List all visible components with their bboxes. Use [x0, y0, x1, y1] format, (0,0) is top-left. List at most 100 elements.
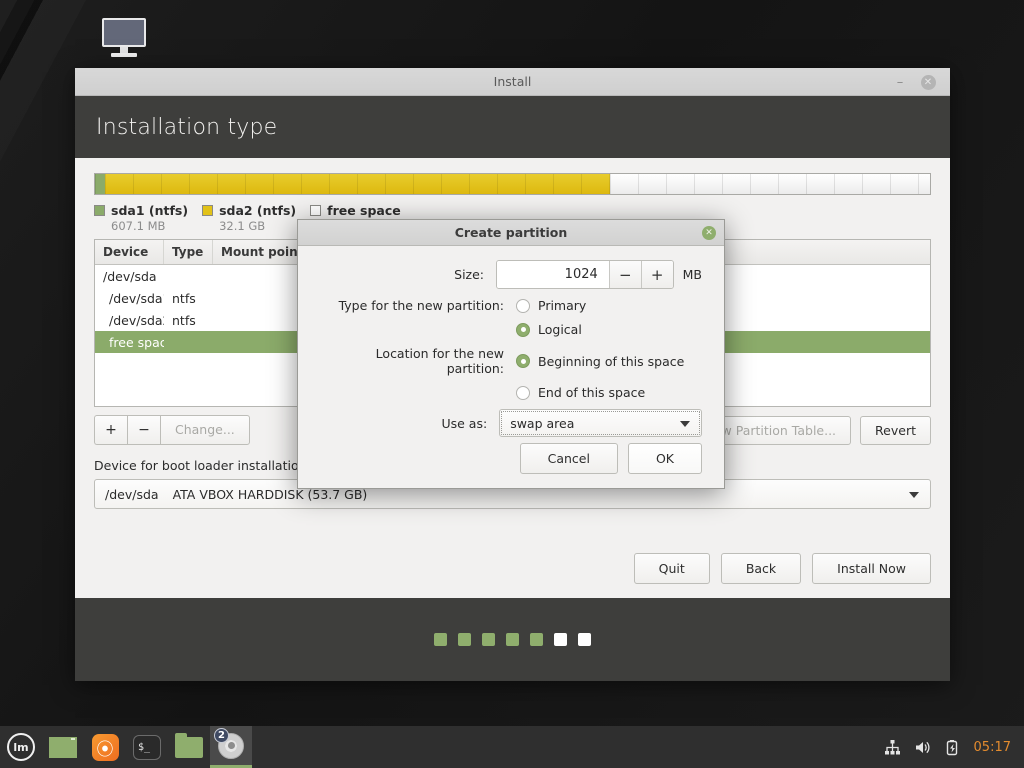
- size-unit-label: MB: [682, 267, 702, 282]
- partition-usage-bar: [94, 173, 931, 195]
- progress-dot: [482, 633, 495, 646]
- mint-menu-button[interactable]: lm: [0, 726, 42, 768]
- quit-button[interactable]: Quit: [633, 553, 710, 584]
- firefox-icon: ⦿: [91, 733, 119, 761]
- battery-charging-icon[interactable]: [944, 739, 961, 756]
- dialog-body: Size: 1024 − + MB Type for the new parti…: [298, 246, 724, 437]
- taskbar: lm ⦿ $_ 2 05:17: [0, 726, 1024, 768]
- progress-dot: [578, 633, 591, 646]
- close-icon: ✕: [920, 74, 936, 90]
- radio-logical[interactable]: Logical: [516, 322, 582, 337]
- size-stepper[interactable]: 1024 − +: [496, 260, 674, 289]
- partition-segment-sda2: [105, 174, 611, 194]
- chevron-down-icon: [680, 421, 690, 427]
- slideshow-progress: [75, 598, 950, 681]
- radio-primary-label: Primary: [538, 298, 587, 313]
- file-manager-launcher[interactable]: [168, 726, 210, 768]
- navigation-buttons: Quit Back Install Now: [633, 553, 931, 584]
- dialog-close-icon[interactable]: ✕: [702, 226, 716, 240]
- add-partition-button[interactable]: +: [94, 415, 127, 445]
- type-row-logical: Logical: [320, 322, 702, 337]
- cell-type: ntfs: [172, 290, 196, 306]
- install-now-button[interactable]: Install Now: [812, 553, 931, 584]
- back-button[interactable]: Back: [720, 553, 802, 584]
- legend-item-sda1: sda1 (ntfs) 607.1 MB: [94, 203, 188, 235]
- progress-dot: [554, 633, 567, 646]
- minimize-button[interactable]: –: [886, 68, 914, 96]
- system-tray: 05:17: [884, 739, 1024, 756]
- monitor-screen-icon: [102, 18, 146, 47]
- location-row-end: End of this space: [320, 385, 702, 400]
- legend-swatch-sda2: [202, 205, 214, 216]
- close-button[interactable]: ✕: [914, 68, 942, 96]
- network-icon[interactable]: [884, 739, 901, 756]
- clock[interactable]: 05:17: [974, 740, 1011, 755]
- size-input[interactable]: 1024: [497, 261, 609, 288]
- legend-name-sda2: sda2 (ntfs): [219, 203, 297, 218]
- table-header-type[interactable]: Type: [164, 240, 213, 264]
- cell-type: ntfs: [172, 312, 196, 328]
- location-row-beginning: Location for the new partition: Beginnin…: [320, 346, 702, 376]
- partition-segment-free: [610, 174, 930, 194]
- file-manager-icon: [175, 732, 203, 758]
- radio-primary[interactable]: Primary: [516, 298, 586, 313]
- taskbar-launchers: lm ⦿ $_ 2: [0, 726, 252, 768]
- radio-end[interactable]: End of this space: [516, 385, 645, 400]
- size-label: Size:: [454, 267, 485, 282]
- disc-hole-icon: [227, 742, 235, 749]
- desktop: Install – ✕ Installation type sda1 (ntfs…: [0, 0, 1024, 768]
- partition-action-group: + − Change...: [94, 415, 250, 445]
- cell-device: /dev/sda1: [109, 290, 164, 306]
- install-window-task[interactable]: 2: [210, 726, 252, 768]
- cell-device: /dev/sda: [103, 268, 157, 284]
- cell-device: free space: [109, 334, 164, 350]
- legend-item-sda2: sda2 (ntfs) 32.1 GB: [202, 203, 296, 235]
- legend-name-free: free space: [327, 203, 401, 218]
- revert-button[interactable]: Revert: [860, 415, 931, 445]
- cell-device: /dev/sda2: [109, 312, 164, 328]
- workspace-badge: 2: [214, 728, 229, 743]
- radio-beginning-label: Beginning of this space: [538, 353, 685, 369]
- volume-icon[interactable]: [914, 739, 931, 756]
- change-partition-button[interactable]: Change...: [160, 415, 250, 445]
- type-row-primary: Type for the new partition: Primary: [320, 298, 702, 313]
- page-header: Installation type: [75, 96, 950, 158]
- chevron-down-icon: [909, 492, 919, 498]
- radio-logical-label: Logical: [538, 322, 582, 337]
- legend-size-sda2: 32.1 GB: [219, 219, 266, 233]
- bootloader-device-name: /dev/sda: [105, 486, 159, 502]
- use-as-label: Use as:: [441, 415, 488, 431]
- legend-swatch-sda1: [94, 205, 105, 216]
- terminal-launcher[interactable]: $_: [126, 726, 168, 768]
- monitor-base-icon: [111, 53, 137, 57]
- use-as-select[interactable]: swap area: [499, 409, 702, 437]
- partition-location-label: Location for the new partition:: [375, 346, 504, 376]
- desktop-computer-icon[interactable]: [96, 18, 152, 57]
- size-increment-button[interactable]: +: [640, 261, 673, 288]
- dialog-ok-button[interactable]: OK: [627, 443, 702, 474]
- size-decrement-button[interactable]: −: [608, 261, 641, 288]
- dialog-titlebar[interactable]: Create partition ✕: [298, 220, 724, 246]
- radio-beginning[interactable]: Beginning of this space: [516, 354, 684, 369]
- radio-end-icon: [516, 385, 530, 400]
- terminal-icon: $_: [133, 734, 161, 760]
- show-desktop-button[interactable]: [42, 726, 84, 768]
- legend-size-sda1: 607.1 MB: [111, 219, 166, 233]
- window-titlebar[interactable]: Install – ✕: [75, 68, 950, 96]
- use-as-row: Use as: swap area: [320, 409, 702, 437]
- partition-segment-sda1: [95, 174, 106, 194]
- dialog-buttons: Cancel OK: [519, 443, 702, 474]
- dialog-cancel-button[interactable]: Cancel: [519, 443, 618, 474]
- legend-name-sda1: sda1 (ntfs): [111, 203, 189, 218]
- radio-logical-icon: [516, 322, 530, 337]
- progress-dot: [434, 633, 447, 646]
- table-header-device[interactable]: Device: [95, 240, 164, 264]
- firefox-launcher[interactable]: ⦿: [84, 726, 126, 768]
- remove-partition-button[interactable]: −: [127, 415, 160, 445]
- size-row: Size: 1024 − + MB: [320, 260, 702, 289]
- use-as-value: swap area: [510, 415, 575, 431]
- mint-menu-icon: lm: [7, 733, 35, 761]
- radio-primary-icon: [516, 298, 530, 313]
- dialog-title: Create partition: [454, 225, 568, 240]
- partition-type-label: Type for the new partition:: [338, 298, 504, 313]
